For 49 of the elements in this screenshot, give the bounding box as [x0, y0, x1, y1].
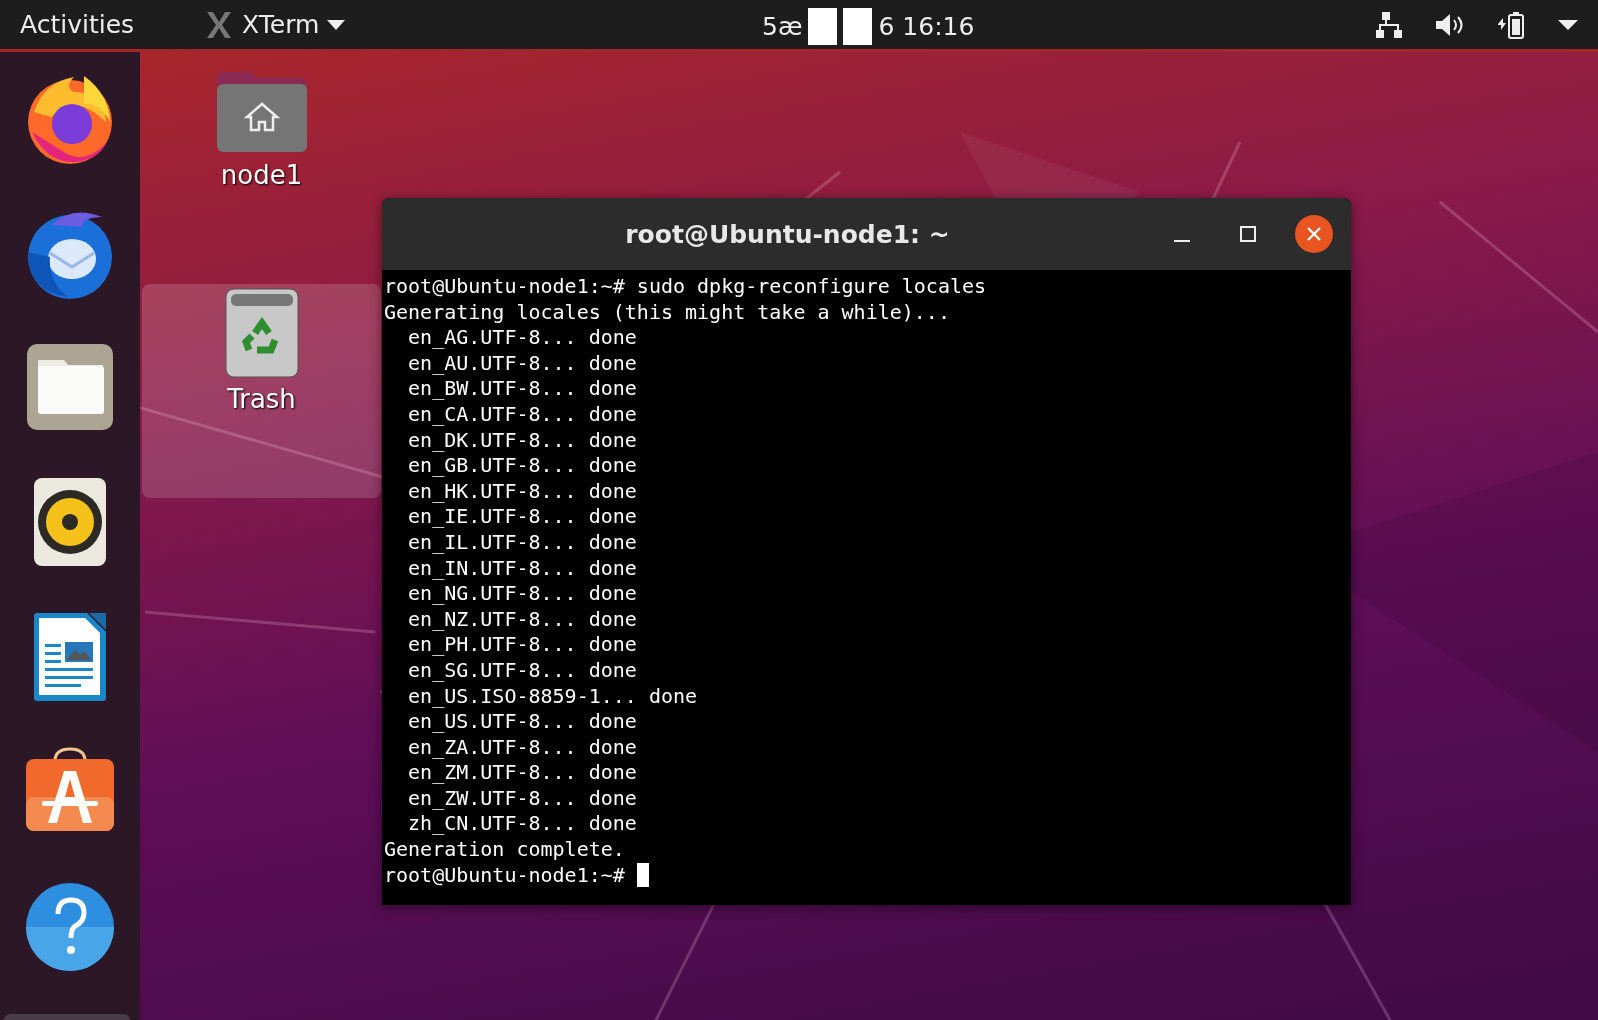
- terminal-line: en_ZA.UTF-8... done: [407, 734, 638, 761]
- terminal-line: en_NG.UTF-8... done: [407, 581, 638, 607]
- folder-icon[interactable]: [25, 342, 115, 432]
- missing-glyph-icon: [843, 8, 873, 45]
- home-folder-icon: [214, 70, 309, 154]
- missing-glyph-icon: [808, 8, 838, 45]
- terminal-line: en_ZM.UTF-8... done: [407, 760, 638, 786]
- terminal-line: Generating locales (this might take a while)...: [384, 299, 951, 326]
- terminal-line: Generation complete.: [384, 837, 626, 863]
- desktop-icon[interactable]: node1: [142, 66, 381, 284]
- terminal-line: en_IE.UTF-8... done: [407, 504, 638, 530]
- terminal-line: en_AG.UTF-8... done: [407, 325, 638, 351]
- clock-date-text: 5æ: [762, 12, 803, 41]
- terminal-line: en_US.UTF-8... done: [407, 709, 638, 735]
- terminal-line: en_HK.UTF-8... done: [407, 478, 638, 505]
- terminal-line: en_DK.UTF-8... done: [407, 427, 638, 454]
- terminal-line: zh_CN.UTF-8... done: [407, 811, 638, 838]
- speaker-icon[interactable]: [33, 477, 107, 567]
- shopping-bag-icon[interactable]: [24, 747, 116, 833]
- terminal-line: en_SG.UTF-8... done: [407, 657, 638, 684]
- caret-icon: [327, 19, 346, 30]
- terminal-line: en_US.ISO-8859-1... done: [407, 683, 699, 710]
- text-cursor: [636, 863, 649, 888]
- close-button[interactable]: [1295, 215, 1333, 253]
- volume-icon[interactable]: [1434, 12, 1464, 37]
- desktop-icon[interactable]: Trash: [142, 284, 381, 498]
- help-icon[interactable]: [25, 882, 115, 972]
- clock-time: 6 16:16: [878, 12, 975, 41]
- window-title: root@Ubuntu-node1: ~: [624, 219, 951, 249]
- terminal-line: en_IL.UTF-8... done: [407, 529, 638, 556]
- terminal-line: en_PH.UTF-8... done: [407, 632, 638, 658]
- maximize-icon: [1239, 225, 1257, 243]
- terminal-line: en_GB.UTF-8... done: [407, 453, 638, 479]
- terminal-line: en_IN.UTF-8... done: [407, 555, 638, 582]
- terminal-line: en_CA.UTF-8... done: [407, 401, 638, 428]
- battery-icon[interactable]: [1496, 9, 1526, 40]
- activities-button[interactable]: Activities: [20, 10, 135, 39]
- terminal-line: en_ZW.UTF-8... done: [407, 785, 638, 812]
- close-icon: [1306, 226, 1322, 242]
- caret-icon[interactable]: [1558, 19, 1578, 30]
- terminal-line: en_NZ.UTF-8... done: [407, 606, 638, 633]
- document-icon[interactable]: [33, 612, 107, 702]
- terminal-prompt: root@Ubuntu-node1:~#: [384, 862, 626, 889]
- trash-icon: [224, 288, 299, 378]
- app-menu[interactable]: XTerm: [204, 9, 346, 40]
- terminal-line: en_AU.UTF-8... done: [407, 350, 638, 377]
- terminal-line: root@Ubuntu-node1:~# sudo dpkg-reconfigure locales: [384, 274, 988, 300]
- minimize-icon: [1173, 240, 1191, 242]
- terminal-line: en_BW.UTF-8... done: [407, 376, 638, 402]
